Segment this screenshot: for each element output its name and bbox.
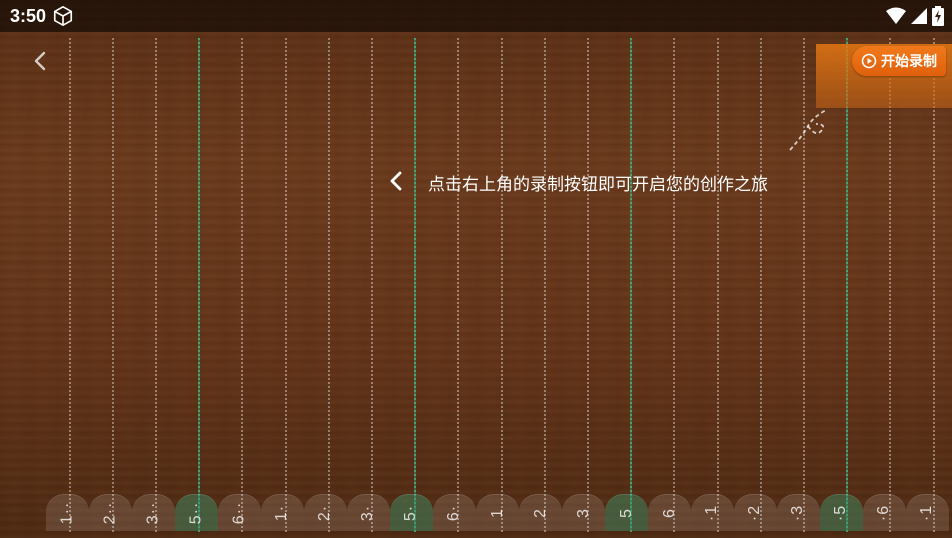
start-record-button[interactable]: 开始录制 (852, 46, 946, 76)
status-bar: 3:50 (0, 0, 952, 32)
string-key[interactable]: 2·· (89, 494, 132, 531)
string-key-label: ·2 (746, 504, 764, 522)
string-keys: 1·· 2·· 3·· 5·· 6·· 1· 2· 3· 5· 6· 1 2 3 5 6·1·2·3·5·6… (46, 494, 952, 538)
string-key[interactable]: ·6 (863, 494, 906, 531)
wifi-icon (886, 7, 906, 24)
string-line[interactable] (241, 38, 243, 532)
string-key-label: 6 (660, 508, 678, 518)
string-line[interactable] (112, 38, 114, 532)
string-key[interactable]: 2 (519, 494, 562, 531)
string-key-label: 5· (402, 504, 420, 522)
string-key[interactable]: ·1 (691, 494, 734, 531)
hint-text: 点击右上角的录制按钮即可开启您的创作之旅 (428, 175, 768, 194)
string-key-label: 1·· (58, 501, 76, 525)
string-key[interactable]: 1· (261, 494, 304, 531)
string-line[interactable] (889, 38, 891, 532)
string-key-label: 3·· (144, 501, 162, 525)
string-key[interactable]: 5·· (175, 494, 218, 531)
string-line[interactable] (328, 38, 330, 532)
status-icons (886, 6, 944, 26)
string-key-label: 3· (359, 504, 377, 522)
string-key-label: ·1 (918, 504, 936, 522)
string-key[interactable]: 6 (648, 494, 691, 531)
string-key-label: 6·· (230, 501, 248, 525)
status-time: 3:50 (10, 6, 47, 26)
string-line[interactable] (933, 38, 935, 532)
string-key-label: 3 (574, 508, 592, 518)
string-line[interactable] (285, 38, 287, 532)
string-key-label: 2·· (101, 501, 119, 525)
string-line[interactable] (155, 38, 157, 532)
guzheng-screen: 3:50 开始录制 点击右上角的录制按钮即可开启您的创作之旅 1·· 2·· 3… (0, 0, 952, 538)
string-key-label: 5 (617, 508, 635, 518)
back-button[interactable] (26, 46, 56, 76)
string-line[interactable] (198, 38, 200, 532)
string-line[interactable] (414, 38, 416, 532)
string-key[interactable]: ·1 (906, 494, 949, 531)
string-key-label: 1 (488, 508, 506, 518)
string-key[interactable]: ·5 (820, 494, 863, 531)
play-circle-icon (861, 53, 877, 69)
string-line[interactable] (544, 38, 546, 532)
string-key[interactable]: 1·· (46, 494, 89, 531)
signal-icon (911, 8, 927, 24)
string-line[interactable] (630, 38, 632, 532)
string-key-label: 2· (316, 504, 334, 522)
string-key-label: ·6 (875, 504, 893, 522)
string-key-label: 1· (273, 504, 291, 522)
string-line[interactable] (846, 38, 848, 532)
string-line[interactable] (587, 38, 589, 532)
string-key[interactable]: 3 (562, 494, 605, 531)
hint-arrow-icon (789, 109, 827, 151)
string-key-label: 6· (445, 504, 463, 522)
string-key[interactable]: ·3 (777, 494, 820, 531)
string-key[interactable]: 1 (476, 494, 519, 531)
chevron-left-icon (390, 171, 402, 191)
string-key-label: ·3 (789, 504, 807, 522)
string-key-label: ·1 (703, 504, 721, 522)
string-line[interactable] (760, 38, 762, 532)
string-key[interactable]: 3·· (132, 494, 175, 531)
string-key[interactable]: 3· (347, 494, 390, 531)
cube-icon (53, 6, 73, 26)
string-key[interactable]: ·2 (734, 494, 777, 531)
string-key[interactable]: 5· (390, 494, 433, 531)
string-line[interactable] (501, 38, 503, 532)
string-key-label: ·5 (832, 504, 850, 522)
string-line[interactable] (457, 38, 459, 532)
string-key-label: 2 (531, 508, 549, 518)
battery-charging-icon (932, 6, 944, 26)
string-line[interactable] (371, 38, 373, 532)
string-line[interactable] (69, 38, 71, 532)
string-key[interactable]: 6·· (218, 494, 261, 531)
start-record-label: 开始录制 (881, 53, 937, 69)
string-key-label: 5·· (187, 501, 205, 525)
string-key[interactable]: 5 (605, 494, 648, 531)
string-line[interactable] (717, 38, 719, 532)
string-line[interactable] (673, 38, 675, 532)
string-key[interactable]: 6· (433, 494, 476, 531)
string-key[interactable]: 2· (304, 494, 347, 531)
